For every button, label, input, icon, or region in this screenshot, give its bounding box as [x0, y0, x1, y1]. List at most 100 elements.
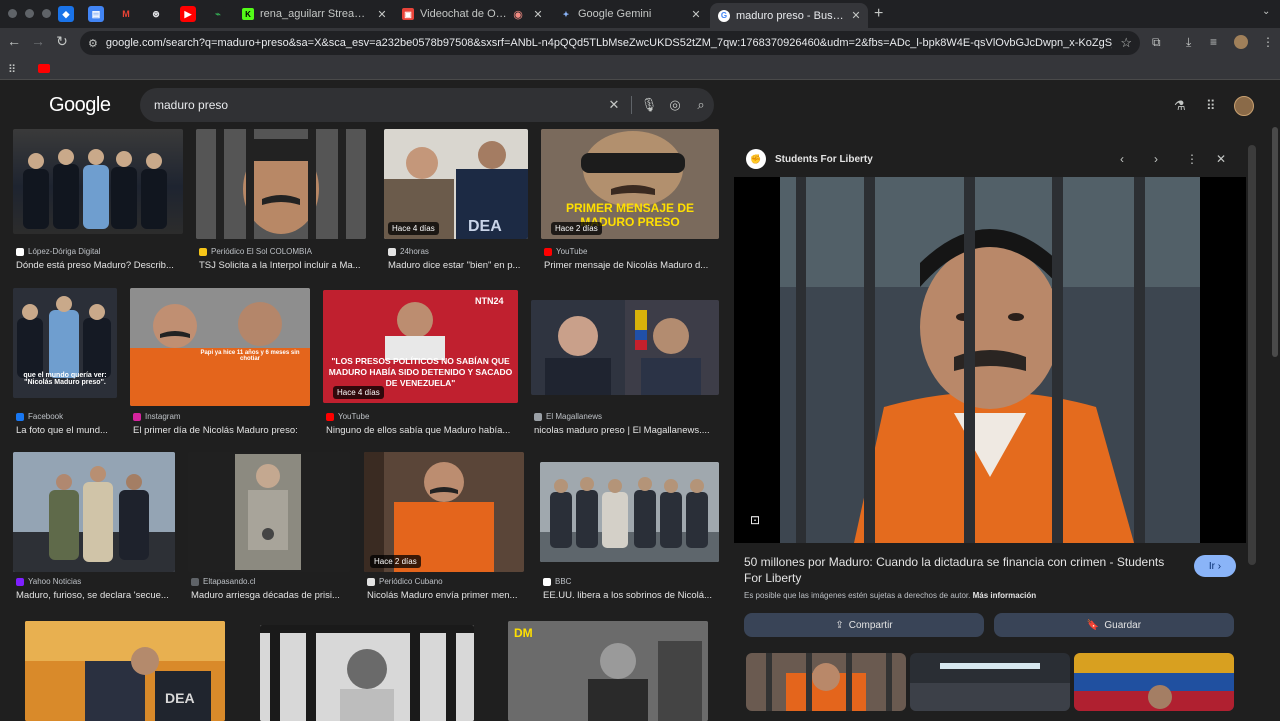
result-source: Yahoo Noticias: [16, 577, 81, 586]
visit-button[interactable]: Ir ›: [1194, 555, 1236, 577]
dm-logo: DM: [514, 626, 533, 640]
result-title[interactable]: Maduro dice estar "bien" en p...: [388, 260, 526, 271]
lens-search-icon[interactable]: ⊡: [750, 513, 760, 527]
result-thumb[interactable]: [13, 129, 183, 234]
profile-avatar[interactable]: [1234, 35, 1248, 49]
close-window-button[interactable]: [8, 9, 17, 18]
minimize-window-button[interactable]: [25, 9, 34, 18]
result-title[interactable]: nicolas maduro preso | El Magallanews...…: [534, 425, 716, 436]
result-title[interactable]: Primer mensaje de Nicolás Maduro d...: [544, 260, 716, 271]
search-icon[interactable]: ⌕: [688, 97, 714, 113]
new-tab-icon[interactable]: +: [874, 5, 883, 23]
drive-icon[interactable]: ◆: [58, 6, 74, 22]
address-bar[interactable]: ⚙ google.com/search?q=maduro+preso&sa=X&…: [80, 31, 1140, 55]
result-title[interactable]: Nicolás Maduro envía primer men...: [367, 590, 527, 601]
clear-search-icon[interactable]: ✕: [601, 97, 627, 113]
result-title[interactable]: Maduro arriesga décadas de prisi...: [191, 590, 351, 601]
microphone-icon[interactable]: 🎙: [636, 97, 662, 113]
kick-icon: K: [242, 8, 254, 20]
lens-camera-icon[interactable]: ◎: [662, 97, 688, 113]
meet-icon[interactable]: ⌁: [210, 6, 226, 22]
apps-grid-icon[interactable]: ⠿: [8, 63, 16, 76]
more-options-icon[interactable]: ⋮: [1186, 152, 1198, 166]
close-tab-icon[interactable]: ✕: [848, 9, 864, 22]
result-title[interactable]: Dónde está preso Maduro? Describ...: [16, 260, 181, 271]
result-thumb[interactable]: DEA Hace 4 días: [384, 129, 528, 239]
result-thumb[interactable]: DM: [508, 621, 708, 721]
tab-ometv[interactable]: ▣ Videochat de OmeTV: una ◉ ✕: [394, 3, 550, 25]
more-info-link[interactable]: Más información: [973, 591, 1037, 600]
share-icon: ⇪: [835, 619, 844, 631]
tab-search-icon[interactable]: ⌄: [1262, 6, 1270, 17]
result-thumb[interactable]: [540, 462, 719, 562]
tab-kick[interactable]: K rena_aguilarr Stream - Watch ✕: [234, 3, 394, 25]
youtube-icon[interactable]: ▶: [180, 6, 196, 22]
maximize-window-button[interactable]: [42, 9, 51, 18]
google-logo[interactable]: Google: [49, 94, 111, 117]
chatgpt-icon[interactable]: ⊛: [148, 6, 164, 22]
related-image[interactable]: [746, 653, 906, 711]
result-thumb[interactable]: Papi ya hice 11 años y 6 meses sin choti…: [130, 288, 310, 406]
labs-flask-icon[interactable]: ⚗: [1174, 98, 1186, 114]
result-thumb[interactable]: [188, 452, 350, 572]
tab-google-search[interactable]: G maduro preso - Buscar con G ✕: [710, 3, 868, 28]
related-image[interactable]: [910, 653, 1070, 711]
search-input[interactable]: [154, 98, 601, 112]
result-thumb[interactable]: Hace 2 días: [364, 452, 524, 572]
search-divider: [631, 96, 632, 114]
google-apps-icon[interactable]: ⠿: [1206, 98, 1216, 114]
result-source: López-Dóriga Digital: [16, 247, 100, 256]
reading-list-icon[interactable]: ≡: [1210, 35, 1217, 49]
result-title[interactable]: La foto que el mund...: [16, 425, 116, 436]
bbc-icon: [543, 577, 551, 586]
reload-icon[interactable]: ↻: [52, 33, 72, 50]
window-controls[interactable]: [8, 9, 51, 18]
youtube-bookmark-icon[interactable]: [38, 64, 50, 73]
image-results-grid: López-Dóriga Digital Dónde está preso Ma…: [0, 127, 734, 721]
menu-icon[interactable]: ⋮: [1262, 35, 1274, 49]
page-scrollbar[interactable]: [1272, 127, 1278, 357]
result-title[interactable]: TSJ Solicita a la Interpol incluir a Ma.…: [199, 260, 369, 271]
result-thumb[interactable]: DEA: [25, 621, 225, 721]
bookmark-star-icon[interactable]: ☆: [1120, 35, 1132, 51]
site-info-icon[interactable]: ⚙: [88, 37, 98, 50]
tab-gemini[interactable]: ✦ Google Gemini ✕: [552, 3, 708, 25]
panel-site-name[interactable]: Students For Liberty: [775, 154, 873, 165]
site-favicon-icon: [191, 577, 199, 586]
result-title[interactable]: Maduro, furioso, se declara 'secue...: [16, 590, 178, 601]
save-button[interactable]: 🔖 Guardar: [994, 613, 1234, 637]
panel-title[interactable]: 50 millones por Maduro: Cuando la dictad…: [744, 554, 1184, 586]
result-source: Eltapasando.cl: [191, 577, 255, 586]
result-title[interactable]: Ninguno de ellos sabía que Maduro había.…: [326, 425, 516, 436]
result-thumb[interactable]: que el mundo quería ver: "Nicolás Maduro…: [13, 288, 117, 398]
share-button[interactable]: ⇪ Compartir: [744, 613, 984, 637]
close-tab-icon[interactable]: ✕: [374, 8, 390, 21]
result-thumb[interactable]: NTN24 "LOS PRESOS POLÍTICOS NO SABÍAN QU…: [323, 290, 518, 403]
forward-icon[interactable]: →: [28, 33, 48, 49]
result-thumb[interactable]: [260, 625, 474, 721]
close-tab-icon[interactable]: ✕: [688, 8, 704, 21]
close-panel-icon[interactable]: ✕: [1216, 152, 1226, 166]
close-tab-icon[interactable]: ✕: [530, 8, 546, 21]
previous-icon[interactable]: ‹: [1120, 152, 1124, 166]
search-box[interactable]: ✕ 🎙 ◎ ⌕: [140, 88, 714, 122]
result-thumb[interactable]: [196, 129, 366, 239]
result-thumb[interactable]: PRIMER MENSAJE DE MADURO PRESO Hace 2 dí…: [541, 129, 719, 239]
instagram-icon: [133, 412, 141, 421]
related-image[interactable]: [1074, 653, 1234, 711]
panel-scrollbar[interactable]: [1248, 145, 1256, 565]
docs-icon[interactable]: ▤: [88, 6, 104, 22]
gmail-icon[interactable]: M: [118, 6, 134, 22]
back-icon[interactable]: ←: [4, 33, 24, 49]
browser-toolbar: ← → ↻ ⚙ google.com/search?q=maduro+preso…: [0, 28, 1280, 58]
account-avatar[interactable]: [1234, 96, 1254, 116]
result-title[interactable]: El primer día de Nicolás Maduro preso:: [133, 425, 313, 436]
preview-image[interactable]: [734, 177, 1246, 543]
download-icon[interactable]: ⤓: [1186, 35, 1191, 50]
result-title[interactable]: EE.UU. libera a los sobrinos de Nicolá..…: [543, 590, 719, 601]
url-text[interactable]: google.com/search?q=maduro+preso&sa=X&sc…: [106, 37, 1112, 49]
next-icon[interactable]: ›: [1154, 152, 1158, 166]
result-thumb[interactable]: [13, 452, 175, 572]
result-thumb[interactable]: [531, 300, 719, 395]
extensions-icon[interactable]: ⧉: [1152, 35, 1161, 50]
